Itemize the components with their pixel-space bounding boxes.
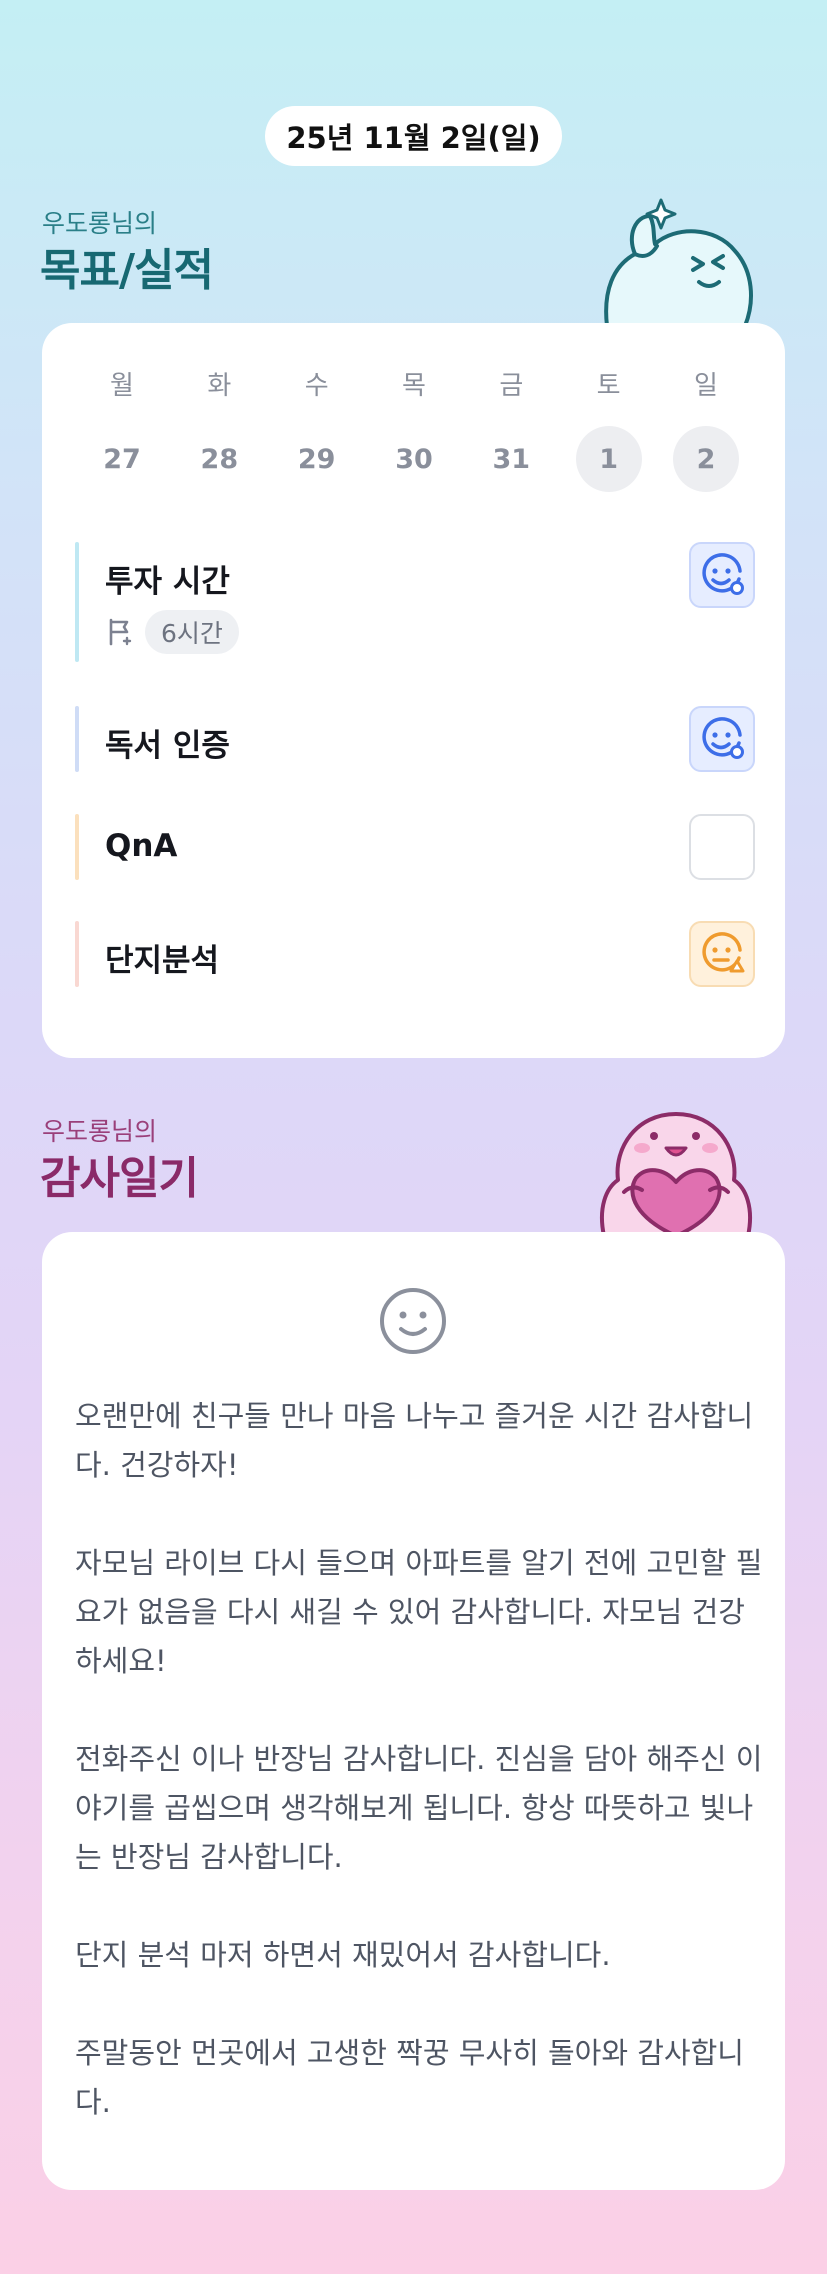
day-number: 28 [200,443,239,475]
day-number: 1 [575,426,642,492]
diary-text: 오랜만에 친구들 만나 마음 나누고 즐거운 시간 감사합니다. 건강하자! 자… [75,1392,765,2127]
status-meh-icon[interactable] [689,921,755,987]
goal-card: 월 27 화 28 수 29 목 30 금 31 토1 일2 투자 시간 6시간 독서 인… [42,323,785,1058]
dow-label: 금 [499,371,524,401]
day-tue[interactable]: 화 28 [175,368,263,492]
dow-label: 화 [207,371,232,401]
diary-entry: 전화주신 이나 반장님 감사합니다. 진심을 담아 해주신 이야기를 곱씹으며 … [75,1742,763,1874]
date-pill[interactable]: 25년 11월 2일(일) [265,106,562,166]
day-sun[interactable]: 일2 [662,368,750,492]
goal-color-bar [75,706,79,772]
dow-label: 목 [402,371,426,401]
dow-label: 토 [596,371,621,401]
goal-item-complex-analysis[interactable]: 단지분석 [75,921,755,987]
day-wed[interactable]: 수 29 [273,368,361,492]
day-mon[interactable]: 월 27 [78,368,166,492]
day-number: 2 [672,426,739,492]
dow-label: 수 [304,371,329,401]
day-number: 27 [103,443,141,475]
status-smile-icon[interactable] [689,542,755,608]
day-thu[interactable]: 목 30 [370,368,458,492]
goal-label: 독서 인증 [105,728,230,764]
day-fri[interactable]: 금 31 [467,368,555,492]
goal-value-chip: 6시간 [145,610,239,654]
smile-face-icon[interactable] [378,1286,448,1356]
mascot-heart-icon [599,1112,753,1236]
day-number: 29 [297,443,336,475]
goal-color-bar [75,542,79,662]
diary-entry: 자모님 라이브 다시 들으며 아파트를 알기 전에 고민할 필요가 없음을 다시… [75,1546,763,1678]
dow-label: 월 [110,371,134,401]
dow-label: 일 [694,371,718,401]
flag-icon [109,618,132,646]
goal-section-title: 목표/실적 [40,245,214,296]
goal-item-investment-time[interactable]: 투자 시간 6시간 [75,542,755,662]
thanks-section-title: 감사일기 [40,1153,199,1204]
day-number: 30 [395,443,433,475]
day-number: 31 [492,443,531,475]
day-sat[interactable]: 토1 [565,368,653,492]
status-smile-icon[interactable] [689,706,755,772]
goal-label: QnA [105,828,178,864]
goal-color-bar [75,921,79,987]
goal-label: 투자 시간 [105,564,230,600]
diary-entry: 단지 분석 마저 하면서 재밌어서 감사합니다. [75,1938,611,1972]
goal-label: 단지분석 [105,943,220,979]
diary-entry: 주말동안 먼곳에서 고생한 짝꿍 무사히 돌아와 감사합니다. [75,2036,744,2119]
mascot-thumbs-up-icon [604,198,753,326]
goal-color-bar [75,814,79,880]
goal-value-row: 6시간 [105,610,239,654]
thanks-card: 오랜만에 친구들 만나 마음 나누고 즐거운 시간 감사합니다. 건강하자! 자… [42,1232,785,2190]
status-empty-box[interactable] [689,814,755,880]
diary-entry: 오랜만에 친구들 만나 마음 나누고 즐거운 시간 감사합니다. 건강하자! [75,1399,754,1482]
week-strip: 월 27 화 28 수 29 목 30 금 31 토1 일2 [78,368,750,492]
goal-item-qna[interactable]: QnA [75,814,755,880]
goal-item-reading[interactable]: 독서 인증 [75,706,755,772]
